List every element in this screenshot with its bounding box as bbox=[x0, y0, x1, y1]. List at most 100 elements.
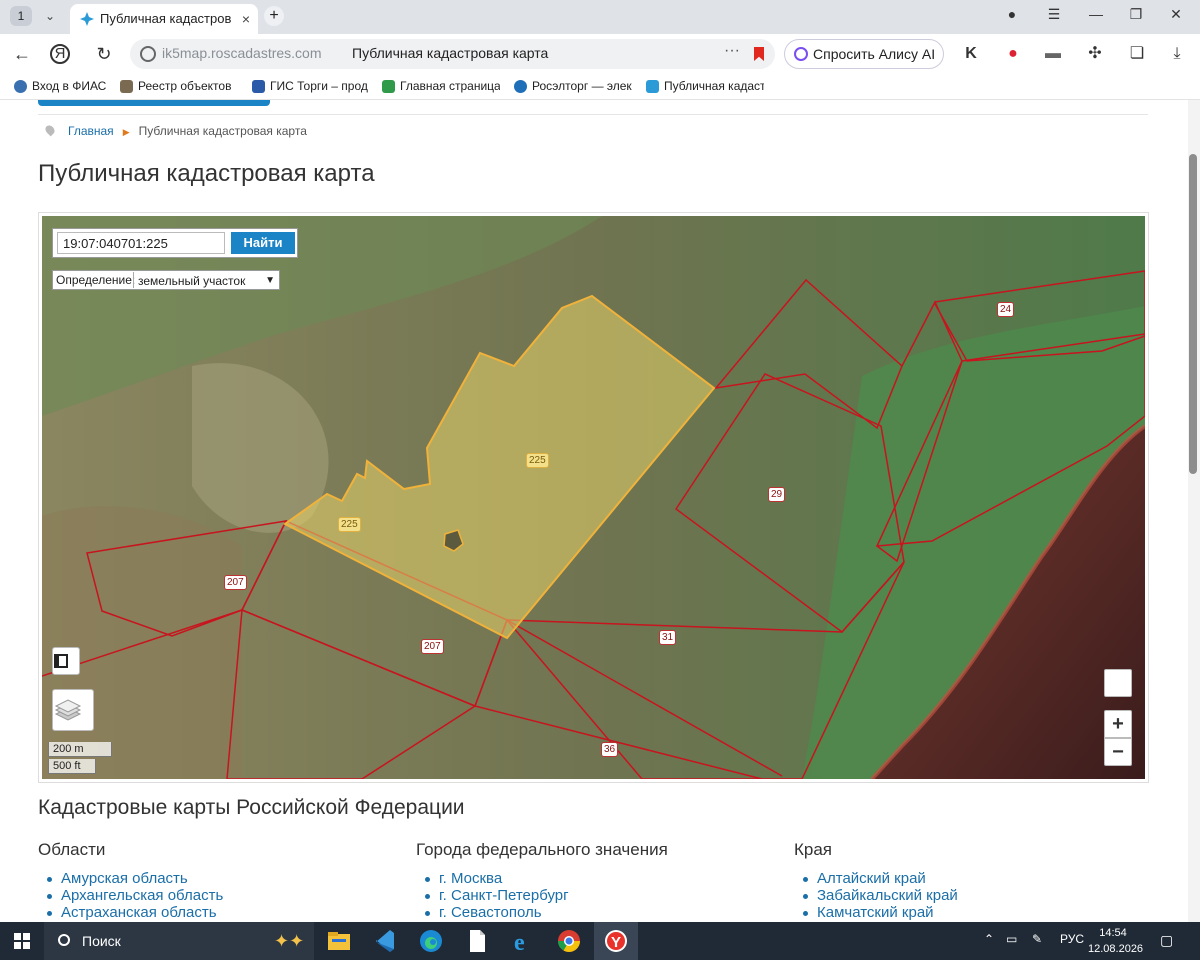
extension-avatar-icon[interactable]: ● bbox=[1002, 42, 1024, 66]
bookmark-item[interactable]: Реестр объектов bbox=[120, 79, 236, 93]
list-item[interactable]: Забайкальский край bbox=[794, 887, 1154, 904]
region-link[interactable]: Архангельская область bbox=[61, 887, 223, 904]
map-frame: 225 225 24 29 207 207 31 36 Найти Определение: … bbox=[38, 212, 1149, 783]
scale-meters: 200 m bbox=[48, 742, 112, 757]
restore-icon[interactable]: ❐ bbox=[1124, 6, 1148, 23]
parcel-label[interactable]: 207 bbox=[224, 575, 247, 590]
chevron-up-icon[interactable]: ⌃ bbox=[984, 932, 994, 946]
internet-explorer-icon[interactable]: e bbox=[508, 926, 538, 956]
more-icon[interactable]: ··· bbox=[724, 42, 740, 60]
bookmark-label: Вход в ФИАС bbox=[32, 79, 107, 93]
definition-value-text: земельный участок bbox=[138, 274, 246, 288]
map-control-square[interactable] bbox=[1104, 669, 1132, 697]
close-tab-icon[interactable]: × bbox=[242, 4, 250, 34]
region-link[interactable]: г. Севастополь bbox=[439, 904, 542, 921]
region-link[interactable]: Астраханская область bbox=[61, 904, 217, 921]
download-icon[interactable]: ⤓ bbox=[1166, 42, 1188, 66]
bookmark-item[interactable]: ГИС Торги – прод bbox=[252, 79, 370, 93]
definition-label: Определение: bbox=[56, 273, 136, 287]
parcel-label[interactable]: 31 bbox=[659, 630, 677, 645]
document-icon[interactable] bbox=[462, 926, 492, 956]
clock[interactable]: 14:54 12.08.2026 bbox=[1088, 925, 1143, 957]
nav-bar: ← Я ↻ ik5map.roscadastres.com Публичная … bbox=[0, 34, 1200, 74]
extensions-puzzle-icon[interactable]: ✣ bbox=[1084, 42, 1106, 66]
alice-icon bbox=[794, 47, 808, 61]
bookmark-item[interactable]: Вход в ФИАС bbox=[14, 79, 124, 93]
list-item[interactable]: Алтайский край bbox=[794, 870, 1154, 887]
region-link[interactable]: г. Москва bbox=[439, 870, 502, 887]
sparkle-icon: ✦✦ bbox=[274, 931, 305, 951]
yandex-browser-taskbar-item[interactable]: Y bbox=[594, 922, 638, 960]
zoom-out-button[interactable]: − bbox=[1104, 738, 1132, 766]
fullscreen-button[interactable] bbox=[52, 647, 80, 675]
list-item[interactable]: г. Москва bbox=[416, 870, 776, 887]
chrome-icon[interactable] bbox=[554, 926, 584, 956]
home-page-icon bbox=[382, 80, 395, 93]
menu-icon[interactable]: ☰ bbox=[1042, 6, 1066, 23]
region-link[interactable]: Камчатский край bbox=[817, 904, 934, 921]
cadastral-number-input[interactable] bbox=[57, 232, 225, 254]
zoom-in-button[interactable]: + bbox=[1104, 710, 1132, 738]
edge-icon[interactable] bbox=[416, 926, 446, 956]
language-indicator[interactable]: РУС bbox=[1060, 932, 1084, 946]
regions-column-cities: Города федерального значения г. Москва г… bbox=[416, 840, 776, 921]
yandex-logo-icon[interactable]: Я bbox=[50, 44, 70, 64]
vscode-like-icon[interactable] bbox=[370, 926, 400, 956]
cadastral-map[interactable]: 225 225 24 29 207 207 31 36 Найти Определение: … bbox=[42, 216, 1145, 779]
list-item[interactable]: Камчатский край bbox=[794, 904, 1154, 921]
parcel-label[interactable]: 29 bbox=[768, 487, 786, 502]
parcel-label[interactable]: 24 bbox=[997, 302, 1015, 317]
list-item[interactable]: Астраханская область bbox=[38, 904, 398, 921]
parcel-label[interactable]: 207 bbox=[421, 639, 444, 654]
bookmark-label: Публичная кадаст bbox=[664, 79, 764, 93]
regions-column-kraya: Края Алтайский край Забайкальский край К… bbox=[794, 840, 1154, 921]
minimize-icon[interactable]: — bbox=[1084, 6, 1108, 22]
region-link[interactable]: Забайкальский край bbox=[817, 887, 958, 904]
bookmark-item[interactable]: Главная страница bbox=[382, 79, 500, 93]
map-satellite-layer bbox=[42, 216, 1145, 779]
chevron-down-icon[interactable]: ⌄ bbox=[38, 6, 62, 26]
definition-select[interactable]: Определение: земельный участок ▼ bbox=[52, 270, 280, 290]
definition-value[interactable]: земельный участок ▼ bbox=[133, 272, 278, 288]
profile-icon[interactable]: ● bbox=[1000, 6, 1024, 22]
scrollbar-thumb[interactable] bbox=[1189, 154, 1197, 474]
region-link[interactable]: г. Санкт-Петербург bbox=[439, 887, 569, 904]
list-item[interactable]: Амурская область bbox=[38, 870, 398, 887]
clock-time: 14:54 bbox=[1099, 927, 1127, 939]
notifications-icon[interactable]: ▢ bbox=[1160, 932, 1173, 949]
parcel-label[interactable]: 225 bbox=[526, 453, 549, 468]
divider bbox=[38, 114, 1148, 115]
bookmark-item[interactable]: Росэлторг — элек bbox=[514, 79, 632, 93]
reload-icon[interactable]: ↻ bbox=[92, 42, 116, 66]
layers-button[interactable] bbox=[52, 689, 94, 731]
site-info-icon[interactable] bbox=[140, 46, 156, 62]
extension-k-icon[interactable]: K bbox=[960, 42, 982, 66]
list-item[interactable]: г. Севастополь bbox=[416, 904, 776, 921]
list-item[interactable]: Архангельская область bbox=[38, 887, 398, 904]
parcel-label[interactable]: 225 bbox=[338, 517, 361, 532]
address-bar[interactable]: ik5map.roscadastres.com Публичная кадаст… bbox=[130, 39, 775, 69]
parcel-label[interactable]: 36 bbox=[601, 742, 619, 757]
bookmark-label: Главная страница bbox=[400, 79, 500, 93]
network-icon[interactable]: ▭ bbox=[1006, 932, 1017, 946]
region-link[interactable]: Алтайский край bbox=[817, 870, 926, 887]
pen-icon[interactable]: ✎ bbox=[1032, 932, 1042, 946]
collections-icon[interactable]: ❏ bbox=[1126, 42, 1148, 66]
new-tab-button[interactable]: + bbox=[264, 6, 284, 26]
windows-start-icon[interactable] bbox=[14, 933, 30, 949]
file-explorer-icon[interactable] bbox=[324, 926, 354, 956]
find-button[interactable]: Найти bbox=[231, 232, 295, 254]
alice-button[interactable]: Спросить Алису AI bbox=[784, 39, 944, 69]
bookmark-icon[interactable] bbox=[754, 47, 764, 61]
header-button[interactable] bbox=[38, 100, 270, 106]
bookmark-item[interactable]: Публичная кадаст bbox=[646, 79, 764, 93]
shield-extension-icon[interactable]: ▬ bbox=[1042, 42, 1064, 66]
back-icon[interactable]: ← bbox=[10, 42, 34, 66]
tab-active[interactable]: Публичная кадастров × bbox=[70, 4, 258, 34]
close-window-icon[interactable]: ✕ bbox=[1164, 6, 1188, 23]
list-item[interactable]: г. Санкт-Петербург bbox=[416, 887, 776, 904]
tab-counter[interactable]: 1 bbox=[10, 6, 32, 26]
breadcrumb-home-link[interactable]: Главная bbox=[68, 124, 114, 138]
region-link[interactable]: Амурская область bbox=[61, 870, 188, 887]
taskbar-search[interactable]: Поиск ✦✦ bbox=[44, 922, 314, 960]
